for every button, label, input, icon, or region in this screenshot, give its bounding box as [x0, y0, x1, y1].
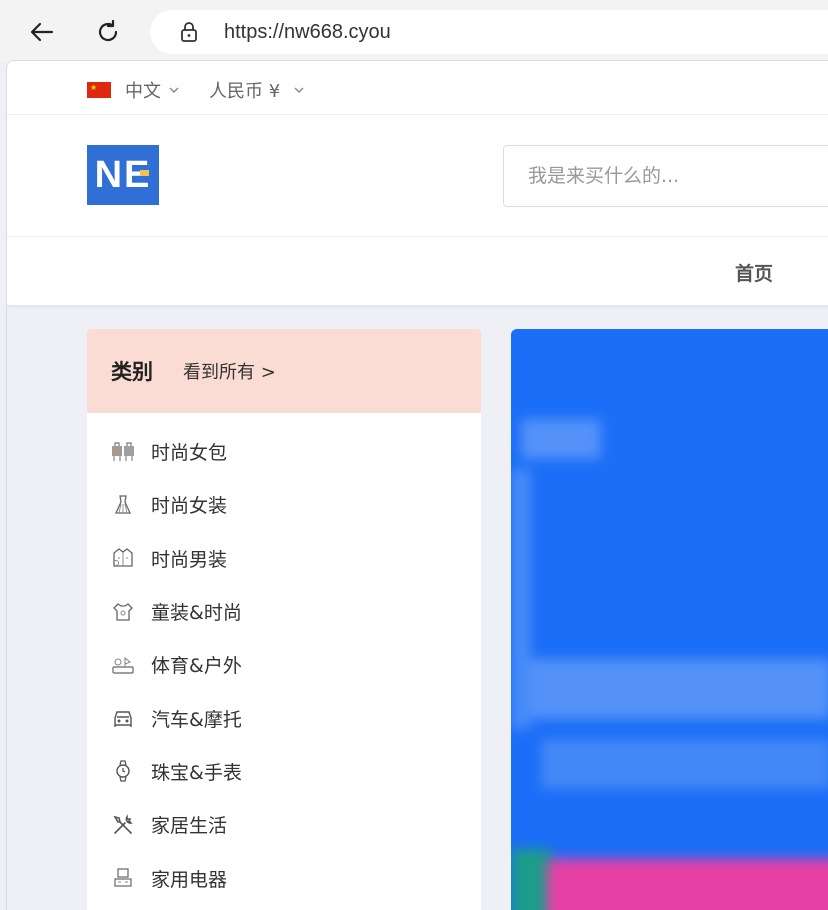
nav-home[interactable]: 首页 [735, 259, 773, 286]
category-label: 时尚女装 [151, 495, 228, 518]
category-label: 家用电器 [151, 868, 228, 891]
category-item[interactable]: 家居生活 [87, 798, 481, 851]
category-item[interactable]: 珠宝&手表 [87, 745, 481, 798]
main-nav: 首页 [7, 237, 828, 305]
search-box [503, 145, 828, 207]
site-logo[interactable]: NE [87, 145, 159, 205]
sports-icon [111, 653, 135, 677]
tools-icon [111, 813, 135, 837]
category-item[interactable]: 时尚女装 [87, 478, 481, 531]
china-flag-icon: ★ [87, 82, 111, 98]
category-item[interactable]: 时尚女包 [87, 425, 481, 478]
category-label: 珠宝&手表 [151, 761, 242, 784]
currency-selector[interactable]: 人民币 ¥ [209, 77, 306, 103]
address-bar[interactable]: https://nw668.cyou [150, 10, 828, 54]
category-item[interactable]: 汽车&摩托 [87, 691, 481, 744]
category-header: 类别 看到所有 > [87, 329, 481, 413]
chevron-down-icon [294, 87, 304, 93]
appliance-icon [111, 866, 135, 890]
site-header: NE [7, 115, 828, 237]
top-bar: ★ 中文 人民币 ¥ [7, 61, 828, 115]
category-label: 童装&时尚 [151, 602, 242, 625]
arrow-left-icon [30, 22, 54, 42]
category-label: 家居生活 [151, 815, 228, 838]
lock-icon [178, 21, 200, 43]
promo-banner[interactable] [511, 329, 828, 910]
currency-label: 人民币 ¥ [209, 81, 281, 102]
category-label: 体育&户外 [151, 655, 242, 678]
page-viewport: ★ 中文 人民币 ¥ NE 首页 类别 看到所有 > 时尚女包 [6, 60, 828, 910]
category-list: 时尚女包 时尚女装 时尚男装 童装&时尚 体育&户外 汽车&摩托 珠宝&手表 家… [87, 413, 481, 905]
kids-shirt-icon [111, 600, 135, 624]
category-item[interactable]: 体育&户外 [87, 638, 481, 691]
category-item[interactable]: 童装&时尚 [87, 585, 481, 638]
category-item[interactable]: 时尚男装 [87, 532, 481, 585]
dress-icon [111, 493, 135, 517]
reload-icon [98, 19, 118, 42]
url-text: https://nw668.cyou [224, 20, 391, 43]
jacket-icon [111, 546, 135, 570]
browser-toolbar: https://nw668.cyou [0, 0, 828, 62]
chevron-down-icon [169, 87, 179, 93]
category-panel: 类别 看到所有 > 时尚女包 时尚女装 时尚男装 童装&时尚 体育&户外 汽车&… [87, 329, 481, 910]
back-button[interactable] [24, 14, 60, 50]
watch-icon [111, 759, 135, 783]
car-icon [111, 706, 135, 730]
category-label: 汽车&摩托 [151, 708, 242, 731]
category-title: 类别 [111, 360, 153, 384]
category-label: 时尚女包 [151, 442, 228, 465]
category-label: 时尚男装 [151, 548, 228, 571]
category-item[interactable]: 家用电器 [87, 851, 481, 904]
handbag-icon [111, 440, 135, 464]
banner-image [511, 329, 828, 910]
view-all-link[interactable]: 看到所有 > [183, 358, 276, 384]
language-label: 中文 [125, 81, 161, 102]
language-selector[interactable]: ★ 中文 [87, 77, 181, 103]
search-input[interactable] [504, 146, 828, 206]
reload-button[interactable] [90, 14, 126, 50]
